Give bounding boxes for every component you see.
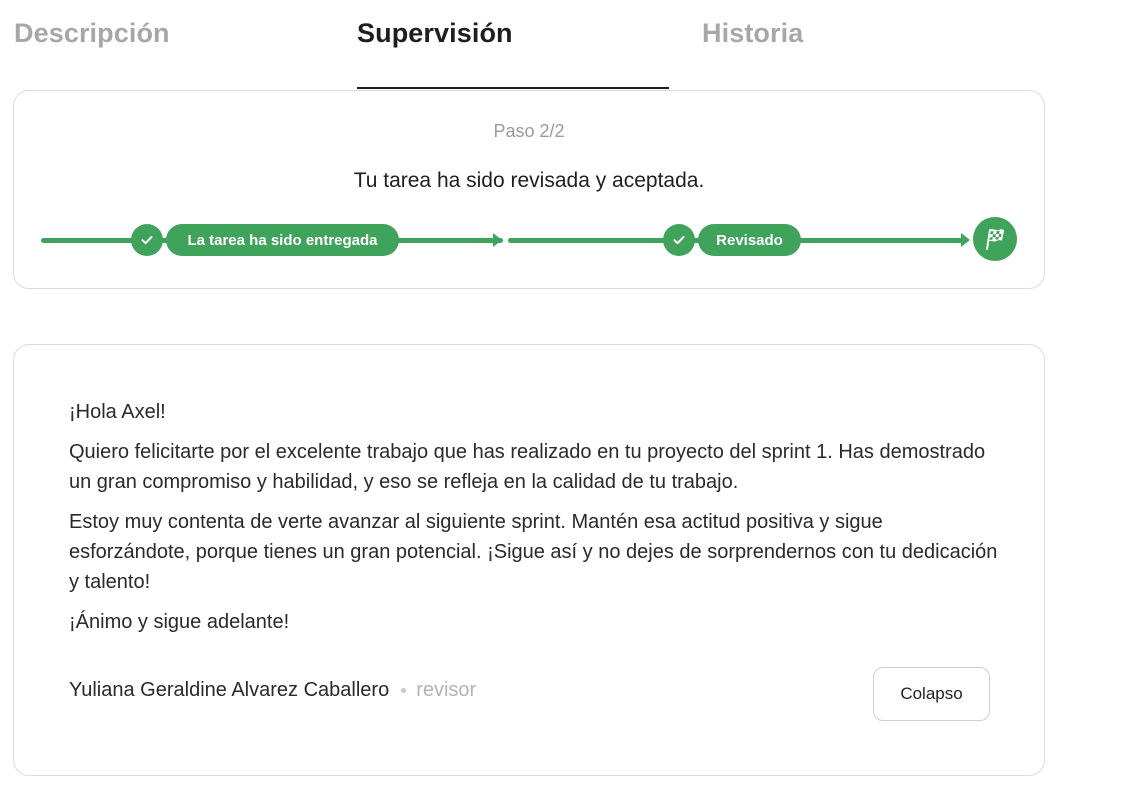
review-card: ¡Hola Axel! Quiero felicitarte por el ex… <box>13 344 1045 776</box>
reviewer-name: Yuliana Geraldine Alvarez Caballero <box>69 679 390 701</box>
review-paragraph: Quiero felicitarte por el excelente trab… <box>69 441 986 493</box>
tab-history[interactable]: Historia <box>702 18 803 49</box>
status-title: Tu tarea ha sido revisada y aceptada. <box>353 169 705 192</box>
arrow-head-icon <box>961 233 970 247</box>
arrow-head-icon <box>493 233 502 247</box>
check-icon <box>663 224 695 256</box>
progress-card: Paso 2/2 Tu tarea ha sido revisada y ace… <box>13 90 1045 289</box>
tab-supervision[interactable]: Supervisión <box>357 18 513 49</box>
review-greeting: ¡Hola Axel! <box>69 401 166 423</box>
review-paragraph: Estoy muy contenta de verte avanzar al s… <box>69 511 998 593</box>
stage-pill-reviewed: Revisado <box>698 224 801 256</box>
step-counter: Paso 2/2 <box>493 121 565 141</box>
review-closing: ¡Ánimo y sigue adelante! <box>69 611 290 633</box>
checkered-flag-icon <box>973 217 1017 261</box>
tab-bar: Descripción Supervisión Historia <box>0 0 1144 92</box>
tab-description[interactable]: Descripción <box>14 18 170 49</box>
check-icon <box>131 224 163 256</box>
review-message: ¡Hola Axel! Quiero felicitarte por el ex… <box>69 397 999 647</box>
reviewer-info: Yuliana Geraldine Alvarez Caballero revis… <box>69 679 476 702</box>
separator-dot <box>401 688 407 694</box>
active-tab-indicator <box>357 87 669 89</box>
reviewer-role: revisor <box>416 679 477 701</box>
collapse-button[interactable]: Colapso <box>873 667 990 721</box>
stage-pill-submitted: La tarea ha sido entregada <box>166 224 399 256</box>
